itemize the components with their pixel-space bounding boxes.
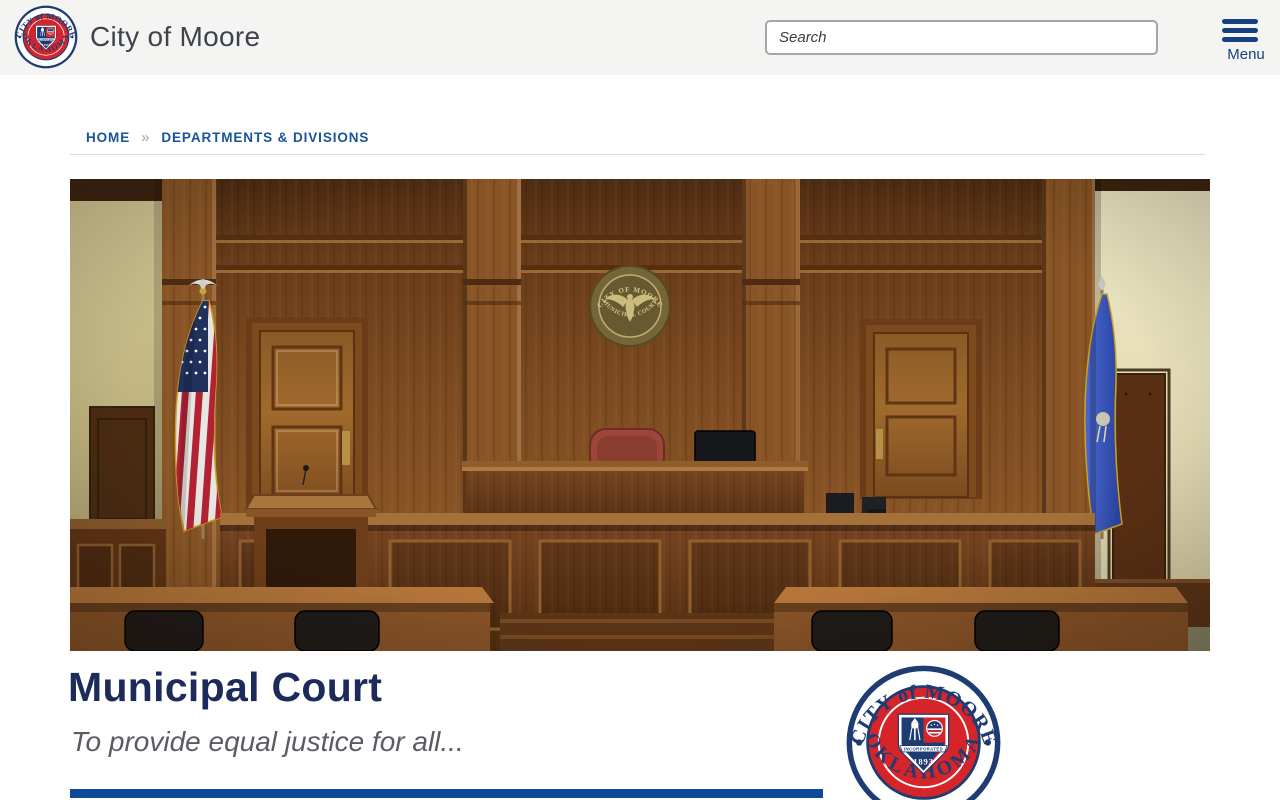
breadcrumb-home-link[interactable]: HOME	[86, 130, 130, 145]
city-seal-graphic	[845, 664, 1002, 800]
page: CITY of MOORE OKLAHOMA	[0, 0, 1280, 800]
divider-line	[70, 154, 1205, 155]
breadcrumb-separator: »	[141, 129, 150, 146]
hamburger-menu-icon	[1222, 19, 1270, 42]
breadcrumb: HOME » DEPARTMENTS & DIVISIONS	[86, 129, 369, 146]
search-input[interactable]	[765, 20, 1158, 55]
site-title: City of Moore	[90, 21, 260, 53]
breadcrumb-current-link[interactable]: DEPARTMENTS & DIVISIONS	[161, 130, 369, 145]
accent-bar	[70, 789, 823, 798]
city-of-moore-logo-icon[interactable]	[14, 5, 78, 69]
menu-button[interactable]: Menu	[1222, 19, 1270, 63]
site-header: City of Moore Menu	[0, 0, 1280, 75]
courtroom-photo: CITY OF MOORE MUNICIPAL COURT	[70, 179, 1210, 651]
page-tagline: To provide equal justice for all...	[71, 726, 464, 758]
page-title: Municipal Court	[68, 664, 382, 711]
menu-label: Menu	[1222, 46, 1270, 63]
